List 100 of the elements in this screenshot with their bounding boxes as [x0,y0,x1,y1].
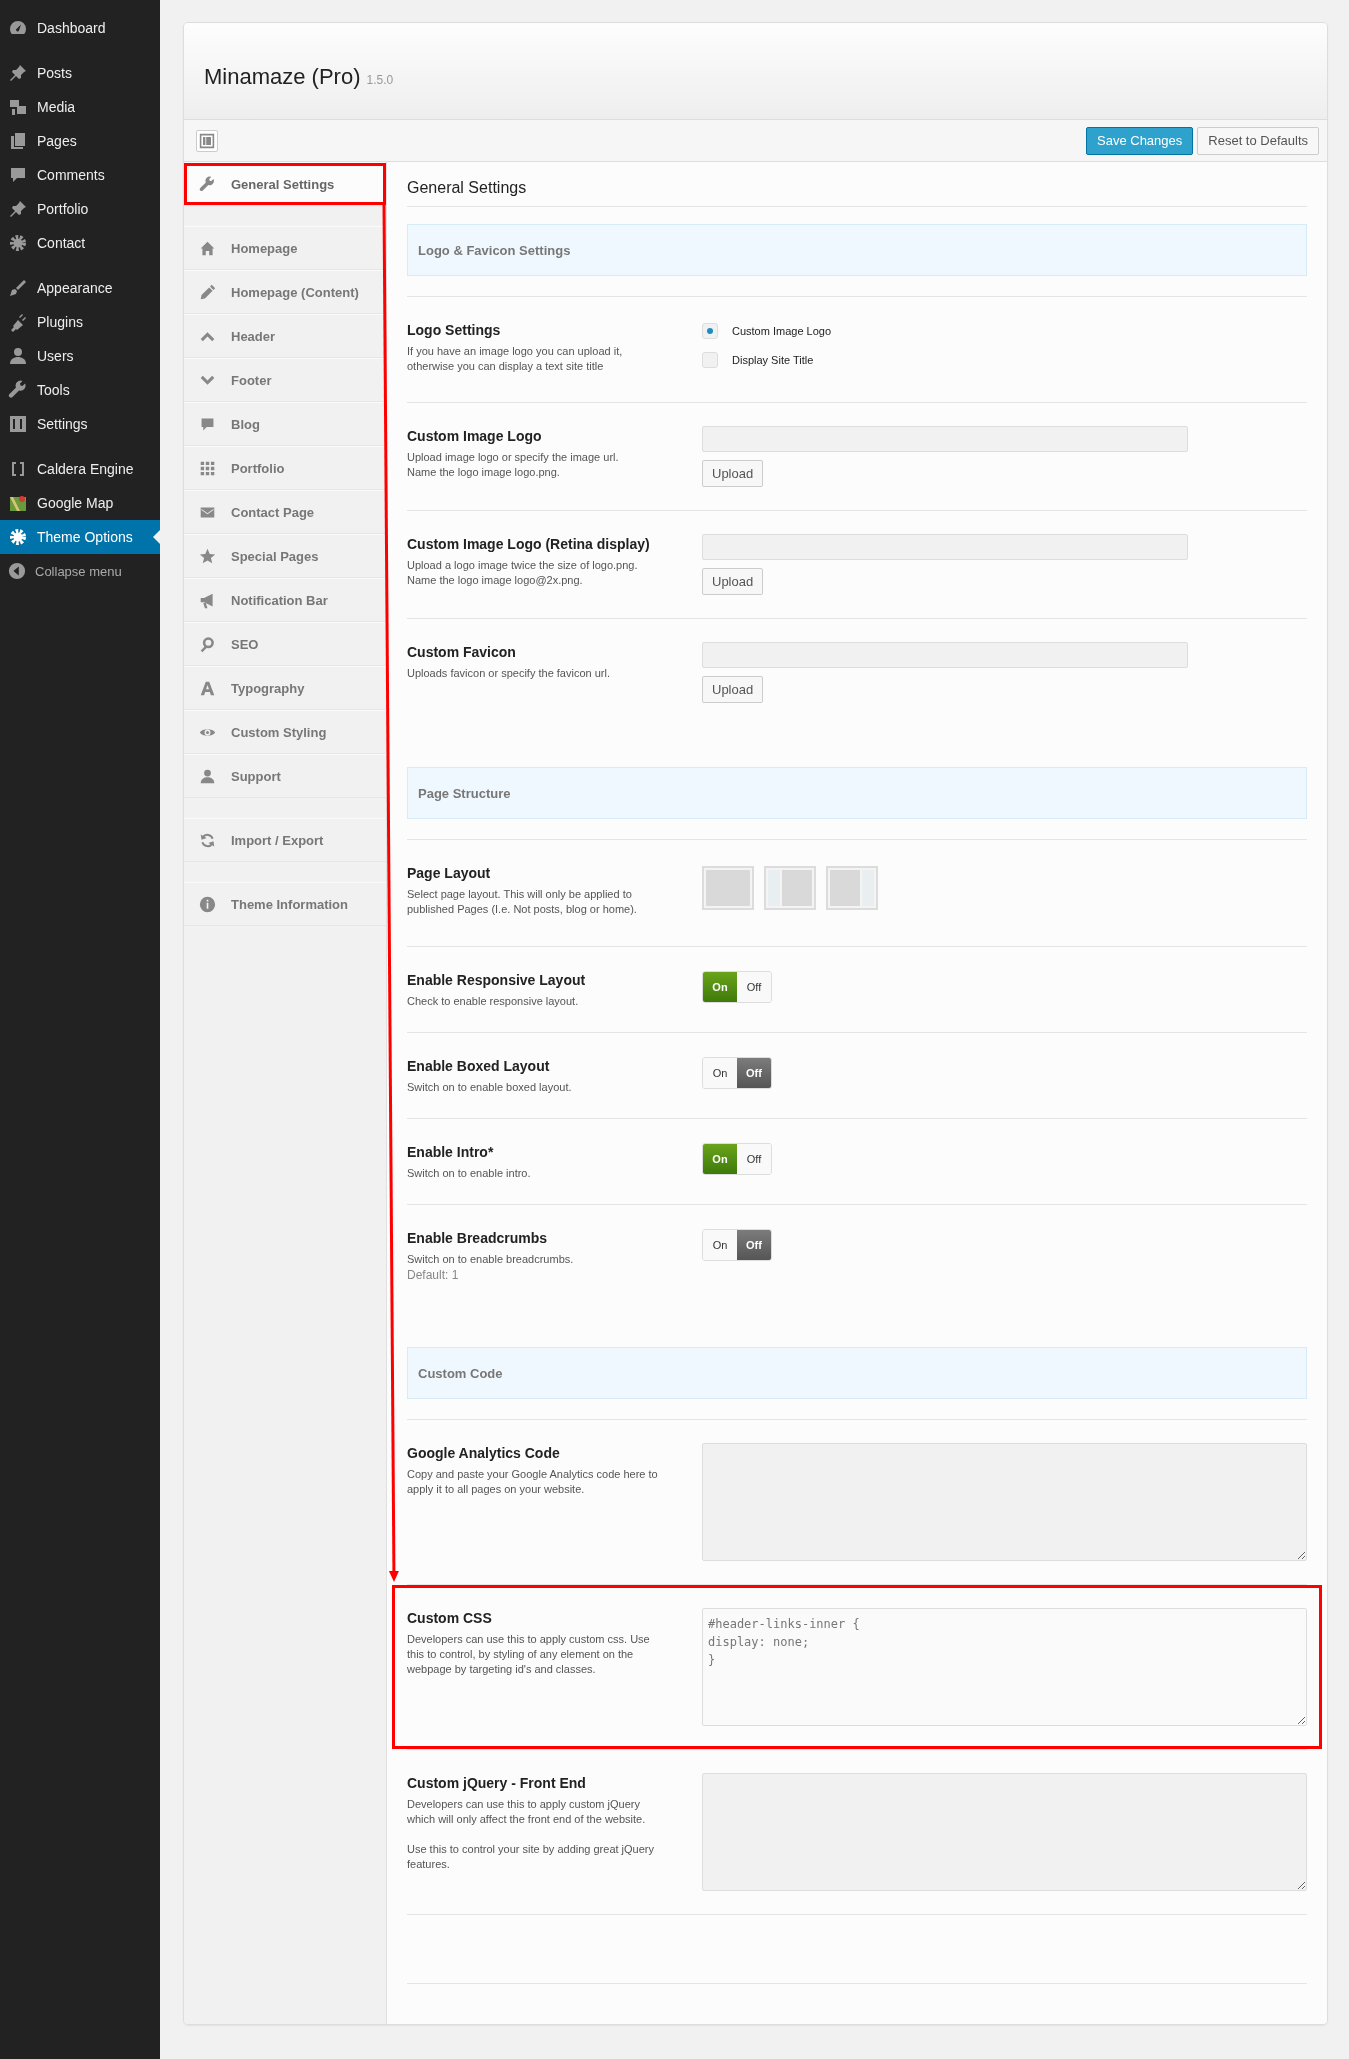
sliders-icon [8,414,28,434]
subnav-item[interactable]: SEO [184,622,386,666]
on-off-switch[interactable]: On Off [702,1057,772,1089]
menu-item[interactable]: Tools [0,373,160,407]
field-title: Custom Image Logo (Retina display) [407,535,651,554]
menu-item[interactable]: Portfolio [0,192,160,226]
menu-item[interactable]: Users [0,339,160,373]
subnav-item[interactable]: Portfolio [184,446,386,490]
url-field[interactable] [702,426,1188,452]
grid-icon [199,459,216,477]
gear-icon [8,233,28,253]
field-title: Page Layout [407,864,492,883]
menu-item[interactable]: Contact [0,226,160,260]
field-title: Custom Favicon [407,643,517,662]
menu-item[interactable]: Media [0,90,160,124]
subnav-item[interactable]: Import / Export [184,818,386,862]
panel-title: Minamaze (Pro) [204,64,361,90]
menu-item[interactable]: Theme Options [0,520,160,554]
menu-item[interactable]: Pages [0,124,160,158]
subnav-item[interactable]: Blog [184,402,386,446]
field-title: Custom jQuery - Front End [407,1774,587,1793]
field-description: Developers can use this to apply custom css. Use this to control, by styling of any element on the webpage by targeting id's and classes. [407,1632,651,1677]
menu-item[interactable]: Plugins [0,305,160,339]
subnav-item[interactable]: Custom Styling [184,710,386,754]
on-off-switch[interactable]: On Off [702,1143,772,1175]
code-field[interactable] [702,1443,1307,1561]
menu-item[interactable]: Posts [0,56,160,90]
code-field[interactable]: #header-links-inner { display: none; } [702,1608,1307,1726]
url-field[interactable] [702,642,1188,668]
radio-button[interactable] [702,352,718,368]
subnav-item[interactable]: Footer [184,358,386,402]
option-label: Display Site Title [732,354,814,366]
comment-icon [8,165,28,185]
field-description: Upload image logo or specify the image url. Name the logo image logo.png. [407,450,620,480]
field-title: Enable Intro* [407,1143,495,1162]
pencil-icon [199,283,216,301]
collapse-menu-button[interactable]: Collapse menu [0,554,160,588]
radio-button[interactable] [702,323,718,339]
subnav-item[interactable]: Contact Page [184,490,386,534]
section-heading: General Settings [407,178,1307,207]
subnav-item[interactable]: Header [184,314,386,358]
field-description: Switch on to enable intro. [407,1166,532,1181]
brush-icon [8,278,28,298]
wrench-icon [8,380,28,400]
upload-button[interactable]: Upload [702,676,764,703]
code-field[interactable] [702,1773,1307,1891]
layout-option-icon[interactable] [702,866,754,910]
upload-button[interactable]: Upload [702,460,764,487]
user-icon [8,346,28,366]
subnav-item[interactable]: Support [184,754,386,798]
field-description: Switch on to enable boxed layout. [407,1080,573,1095]
menu-item[interactable]: Comments [0,158,160,192]
on-off-switch[interactable]: On Off [702,971,772,1003]
default-note: Default: 1 [407,1267,460,1283]
field-description: Select page layout. This will only be applied to published Pages (I.e. Not posts, blog or home). [407,887,638,917]
pages-icon [8,131,28,151]
subnav-item[interactable]: General Settings [184,162,386,206]
section-header: Custom Code [407,1347,1307,1399]
font-icon [199,679,216,697]
user-icon [199,767,216,785]
field-description: Uploads favicon or specify the favicon url. [407,666,611,681]
layout-option-icon[interactable] [826,866,878,910]
upload-button[interactable]: Upload [702,568,764,595]
search-icon [199,635,216,653]
field-title: Custom Image Logo [407,427,543,446]
option-label: Custom Image Logo [732,325,832,337]
subnav-item[interactable]: Homepage (Content) [184,270,386,314]
menu-item[interactable]: Settings [0,407,160,441]
star-icon [199,547,216,565]
subnav-item[interactable]: Typography [184,666,386,710]
menu-item[interactable]: Dashboard [0,11,160,45]
subnav-item[interactable]: Special Pages [184,534,386,578]
field-description: Check to enable responsive layout. [407,994,580,1009]
wrench-icon [199,175,216,193]
subnav-item[interactable]: Homepage [184,226,386,270]
field-description: If you have an image logo you can upload it, otherwise you can display a text site title [407,344,624,374]
url-field[interactable] [702,534,1188,560]
pin-icon [8,63,28,83]
menu-item[interactable]: Google Map [0,486,160,520]
field-description: Switch on to enable breadcrumbs. [407,1252,575,1267]
menu-item[interactable]: Appearance [0,271,160,305]
refresh-icon [199,831,216,849]
map-icon [8,493,28,513]
field-title: Enable Boxed Layout [407,1057,551,1076]
reset-button[interactable]: Reset to Defaults [1197,126,1319,155]
field-description: Copy and paste your Google Analytics code here to apply it to all pages on your website. [407,1467,659,1497]
field-title: Enable Responsive Layout [407,971,587,990]
pin-icon [8,199,28,219]
field-title: Custom CSS [407,1609,493,1628]
subnav-item[interactable]: Notification Bar [184,578,386,622]
megaphone-icon [199,591,216,609]
panel-toggle-icon[interactable] [196,129,218,152]
collapse-icon [8,562,26,580]
subnav-item[interactable]: Theme Information [184,882,386,926]
on-off-switch[interactable]: On Off [702,1229,772,1261]
menu-item[interactable]: Caldera Engine [0,452,160,486]
info-icon [199,895,216,913]
field-title: Logo Settings [407,321,502,340]
field-title: Enable Breadcrumbs [407,1229,549,1248]
layout-option-icon[interactable] [764,866,816,910]
